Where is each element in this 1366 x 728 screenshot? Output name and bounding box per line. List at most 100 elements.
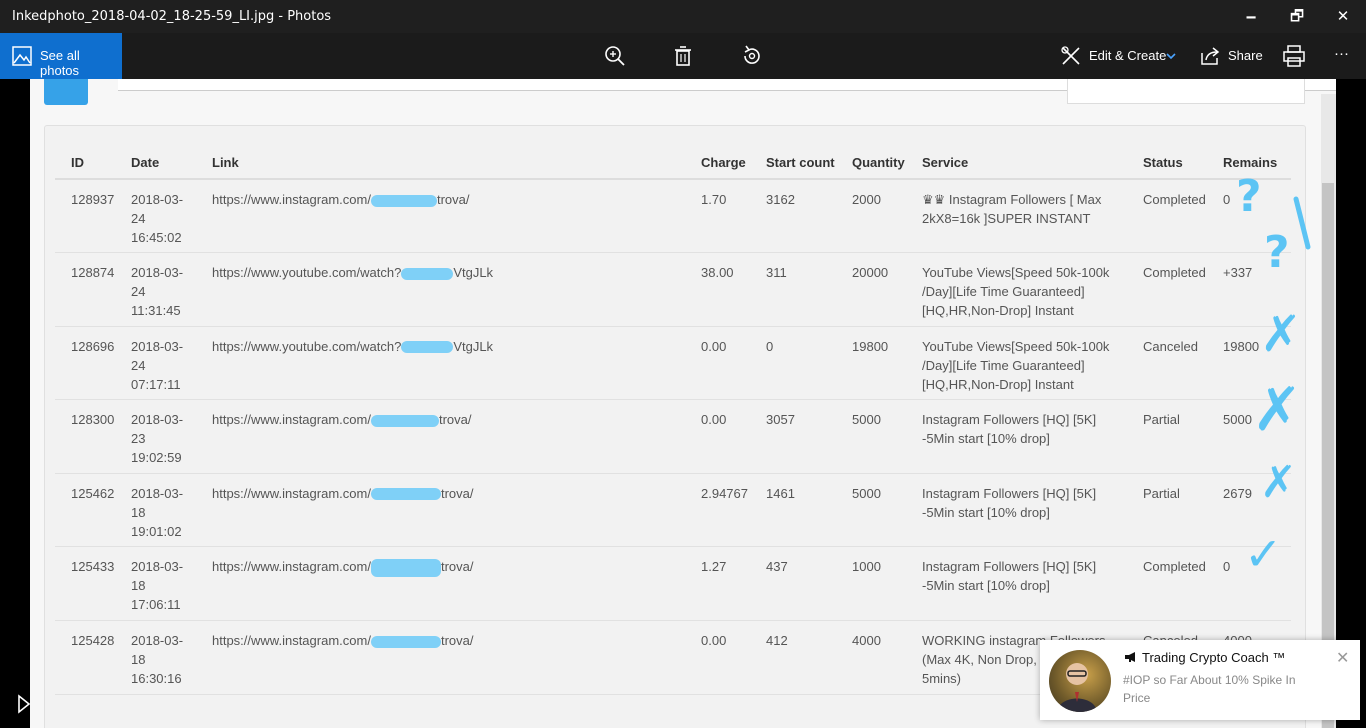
order-link[interactable]: https://www.instagram.com/trova/: [196, 620, 685, 695]
notification-toast[interactable]: Trading Crypto Coach ™ #IOP so Far About…: [1040, 640, 1360, 720]
date-text: 2018-03-18: [131, 559, 184, 594]
table-row: 128874 2018-03-24 11:31:45 https://www.yo…: [55, 252, 1291, 327]
link-suffix: trova/: [440, 559, 474, 575]
date-text: 2018-03-18: [131, 485, 184, 520]
column-header[interactable]: Charge: [685, 146, 750, 180]
time-text: 16:45:02: [131, 230, 182, 245]
column-header[interactable]: Start count: [750, 146, 836, 180]
order-start-count: 412: [750, 620, 836, 695]
column-header[interactable]: Status: [1127, 146, 1207, 180]
order-link[interactable]: https://www.instagram.com/trova/: [196, 179, 685, 254]
link-suffix: trova/: [440, 633, 474, 649]
link-suffix: trova/: [440, 485, 474, 501]
see-all-photos-button[interactable]: See all photos: [0, 33, 122, 79]
edit-create-button[interactable]: Edit & Create: [1089, 48, 1166, 63]
order-status: Completed: [1127, 546, 1207, 622]
table-row: 125462 2018-03-18 19:01:02 https://www.in…: [55, 473, 1291, 548]
link-prefix: https://www.youtube.com/watch?: [212, 265, 402, 281]
edit-create-icon[interactable]: [1058, 43, 1084, 69]
order-charge: 1.70: [685, 179, 750, 254]
share-button[interactable]: Share: [1228, 48, 1263, 63]
window-title: Inkedphoto_2018-04-02_18-25-59_LI.jpg - …: [12, 9, 332, 24]
link-prefix: https://www.instagram.com/: [212, 559, 371, 575]
link-prefix: https://www.instagram.com/: [212, 412, 371, 428]
chevron-down-icon[interactable]: [1166, 52, 1176, 60]
order-date: 2018-03-23 19:02:59: [115, 399, 196, 474]
table-row: 128300 2018-03-23 19:02:59 https://www.in…: [55, 399, 1291, 474]
window-titlebar: Inkedphoto_2018-04-02_18-25-59_LI.jpg - …: [0, 0, 1366, 33]
orders-panel: ID Date Link Charge Start count Quantity…: [44, 125, 1306, 728]
date-text: 2018-03-18: [131, 633, 184, 668]
table-header-row: ID Date Link Charge Start count Quantity…: [55, 146, 1291, 180]
redaction-mark: [401, 341, 454, 354]
zoom-in-icon[interactable]: [602, 43, 628, 69]
order-link[interactable]: https://www.instagram.com/trova/: [196, 473, 685, 548]
ink-question-mark: ?: [1264, 227, 1290, 278]
time-text: 16:30:16: [131, 671, 182, 687]
minimize-button[interactable]: 🗕: [1228, 0, 1274, 33]
order-service: YouTube Views[Speed 50k-100k /Day][Life …: [906, 252, 1127, 327]
order-status: Partial: [1127, 473, 1207, 548]
close-icon[interactable]: ✕: [1336, 648, 1349, 668]
order-id: 125462: [55, 473, 115, 548]
order-quantity: 5000: [836, 473, 906, 548]
order-start-count: 1461: [750, 473, 836, 548]
maximize-button[interactable]: 🗗: [1274, 0, 1320, 33]
redaction-mark: [370, 488, 441, 501]
order-link[interactable]: https://www.youtube.com/watch? VtgJLk: [196, 326, 685, 401]
order-service: Instagram Followers [HQ] [5K] -5Min star…: [906, 399, 1127, 474]
share-icon[interactable]: [1197, 43, 1223, 69]
date-text: 2018-03-24: [131, 192, 184, 226]
photos-toolbar: See all photos Edit & Create Share ···: [0, 33, 1366, 79]
more-options-button[interactable]: ···: [1334, 45, 1349, 62]
order-quantity: 2000: [836, 179, 906, 254]
link-prefix: https://www.youtube.com/watch?: [212, 338, 402, 354]
table-row: 128937 2018-03-24 16:45:02 https://www.in…: [55, 179, 1291, 254]
order-link[interactable]: https://www.youtube.com/watch? VtgJLk: [196, 252, 685, 327]
ink-cross-mark: ✗: [1252, 375, 1303, 445]
time-text: 11:31:45: [131, 303, 181, 319]
column-header[interactable]: Link: [196, 146, 685, 180]
date-text: 2018-03-23: [131, 412, 184, 447]
ink-cross-mark: ✗: [1260, 305, 1302, 363]
order-status: Partial: [1127, 399, 1207, 474]
order-charge: 38.00: [685, 252, 750, 327]
order-date: 2018-03-18 16:30:16: [115, 620, 196, 695]
order-id: 128937: [55, 179, 115, 254]
redaction-mark: [401, 267, 454, 280]
column-header[interactable]: ID: [55, 146, 115, 180]
order-charge: 0.00: [685, 399, 750, 474]
person-icon: [1057, 663, 1097, 712]
order-date: 2018-03-18 17:06:11: [115, 546, 196, 622]
redaction-mark: [370, 635, 441, 648]
redaction-mark: [370, 194, 437, 207]
column-header[interactable]: Date: [115, 146, 196, 180]
photos-icon: [12, 46, 32, 66]
order-quantity: 5000: [836, 399, 906, 474]
ink-cross-mark: ✗: [1260, 457, 1297, 508]
delete-icon[interactable]: [670, 43, 696, 69]
order-charge: 2.94767: [685, 473, 750, 548]
right-margin: [1336, 79, 1366, 728]
notification-title-text: Trading Crypto Coach ™: [1142, 650, 1286, 665]
print-icon[interactable]: [1281, 43, 1307, 69]
order-date: 2018-03-18 19:01:02: [115, 473, 196, 548]
order-charge: 0.00: [685, 620, 750, 695]
link-prefix: https://www.instagram.com/: [212, 485, 371, 501]
close-button[interactable]: ✕: [1320, 0, 1366, 33]
order-quantity: 1000: [836, 546, 906, 622]
column-header[interactable]: Quantity: [836, 146, 906, 180]
column-header[interactable]: Service: [906, 146, 1127, 180]
order-link[interactable]: https://www.instagram.com/trova/: [196, 399, 685, 474]
order-quantity: 4000: [836, 620, 906, 695]
table-row: 128696 2018-03-24 07:17:11 https://www.yo…: [55, 326, 1291, 401]
time-text: 19:01:02: [131, 523, 182, 539]
order-link[interactable]: https://www.instagram.com/trova/: [196, 546, 685, 622]
order-start-count: 0: [750, 326, 836, 401]
rotate-icon[interactable]: [739, 43, 765, 69]
order-id: 128874: [55, 252, 115, 327]
slideshow-play-icon[interactable]: [17, 694, 31, 714]
order-quantity: 20000: [836, 252, 906, 327]
order-service: Instagram Followers [HQ] [5K] -5Min star…: [906, 546, 1127, 622]
ink-stroke: [1293, 196, 1311, 250]
